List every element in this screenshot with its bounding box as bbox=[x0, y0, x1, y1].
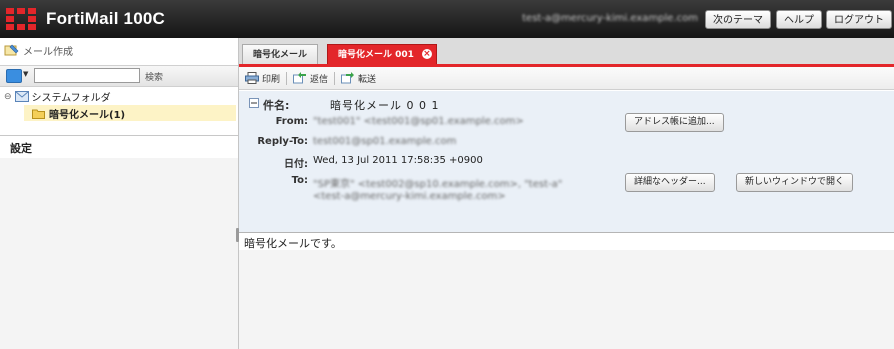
reply-to-value: test001@sp01.example.com bbox=[313, 136, 457, 147]
message-body-text: 暗号化メールです。 bbox=[244, 237, 342, 250]
compose-label: メール作成 bbox=[23, 46, 73, 58]
mail-folder-icon bbox=[14, 91, 29, 102]
to-label: To: bbox=[291, 175, 308, 186]
tab-encrypted-mail[interactable]: 暗号化メール bbox=[242, 44, 319, 64]
folder-icon bbox=[32, 109, 45, 119]
settings-label: 設定 bbox=[10, 142, 32, 155]
search-input[interactable] bbox=[34, 68, 140, 83]
minus-icon bbox=[249, 98, 259, 108]
date-label: 日付: bbox=[284, 159, 308, 170]
sidebar-empty-area bbox=[0, 158, 238, 349]
help-button[interactable]: ヘルプ bbox=[776, 10, 822, 29]
user-email: test-a@mercury-kimi.example.com bbox=[522, 13, 698, 24]
folder-tree-root[interactable]: ⊖ システムフォルダ bbox=[4, 89, 111, 104]
settings-link[interactable]: 設定 bbox=[0, 135, 238, 159]
message-body-area bbox=[239, 250, 894, 349]
forward-label: 転送 bbox=[358, 74, 377, 85]
reply-label: 返信 bbox=[310, 74, 329, 85]
reply-to-label: Reply-To: bbox=[257, 136, 308, 147]
chevron-down-icon[interactable]: ▼ bbox=[23, 70, 28, 78]
search-type-icon[interactable] bbox=[6, 69, 22, 83]
add-to-address-book-button[interactable]: アドレス帳に追加... bbox=[625, 113, 724, 132]
reply-button[interactable]: 返信 bbox=[287, 72, 334, 85]
compose-icon bbox=[4, 44, 19, 56]
main-pane: 暗号化メール 暗号化メール 001 × 印刷 返信 転送 件名: 暗号化メール … bbox=[239, 38, 894, 349]
print-label: 印刷 bbox=[262, 74, 281, 85]
printer-icon bbox=[245, 72, 259, 84]
search-button[interactable]: 検索 bbox=[145, 70, 163, 83]
message-header: 件名: 暗号化メール 0 0 1 From: "test001" <test00… bbox=[239, 91, 894, 233]
tab-label: 暗号化メール 001 bbox=[338, 50, 414, 60]
logout-button[interactable]: ログアウト bbox=[826, 10, 892, 29]
compose-link[interactable]: メール作成 bbox=[0, 40, 238, 60]
tab-message-001[interactable]: 暗号化メール 001 × bbox=[327, 44, 437, 64]
top-bar: FortiMail 100C test-a@mercury-kimi.examp… bbox=[0, 0, 894, 38]
sidebar-item-encrypted-mail[interactable]: 暗号化メール(1) bbox=[24, 105, 236, 121]
print-button[interactable]: 印刷 bbox=[239, 72, 286, 85]
sidebar: メール作成 ▼ 検索 ⊖ システムフォルダ 暗号化メール(1) 設定 bbox=[0, 38, 239, 349]
fortinet-logo-icon bbox=[6, 8, 36, 30]
theme-button[interactable]: 次のテーマ bbox=[705, 10, 771, 29]
close-icon[interactable]: × bbox=[421, 49, 432, 59]
forward-button[interactable]: 転送 bbox=[335, 72, 382, 85]
from-label: From: bbox=[275, 116, 308, 127]
app-title: FortiMail 100C bbox=[46, 9, 165, 28]
detailed-header-button[interactable]: 詳細なヘッダー... bbox=[625, 173, 715, 192]
forward-icon bbox=[341, 72, 355, 84]
reply-icon bbox=[293, 72, 307, 84]
to-value-line2: <test-a@mercury-kimi.example.com> bbox=[313, 191, 506, 202]
date-value: Wed, 13 Jul 2011 17:58:35 +0900 bbox=[313, 155, 483, 166]
folder-root-label: システムフォルダ bbox=[31, 93, 111, 104]
pane-splitter-handle[interactable] bbox=[236, 228, 239, 242]
search-bar: ▼ 検索 bbox=[0, 65, 238, 87]
collapse-icon[interactable]: ⊖ bbox=[4, 92, 12, 102]
tab-bar: 暗号化メール 暗号化メール 001 × bbox=[239, 38, 894, 67]
message-body: 暗号化メールです。 bbox=[239, 232, 894, 251]
from-value: "test001" <test001@sp01.example.com> bbox=[313, 116, 524, 127]
sidebar-item-label: 暗号化メール(1) bbox=[49, 109, 126, 121]
subject-value: 暗号化メール 0 0 1 bbox=[330, 99, 440, 112]
subject-label: 件名: bbox=[263, 99, 290, 112]
open-new-window-button[interactable]: 新しいウィンドウで開く bbox=[736, 173, 854, 192]
to-value-line1: "SP東京" <test002@sp10.example.com>, "test… bbox=[313, 179, 563, 190]
message-toolbar: 印刷 返信 転送 bbox=[239, 67, 894, 90]
collapse-header-icon[interactable] bbox=[249, 98, 259, 111]
